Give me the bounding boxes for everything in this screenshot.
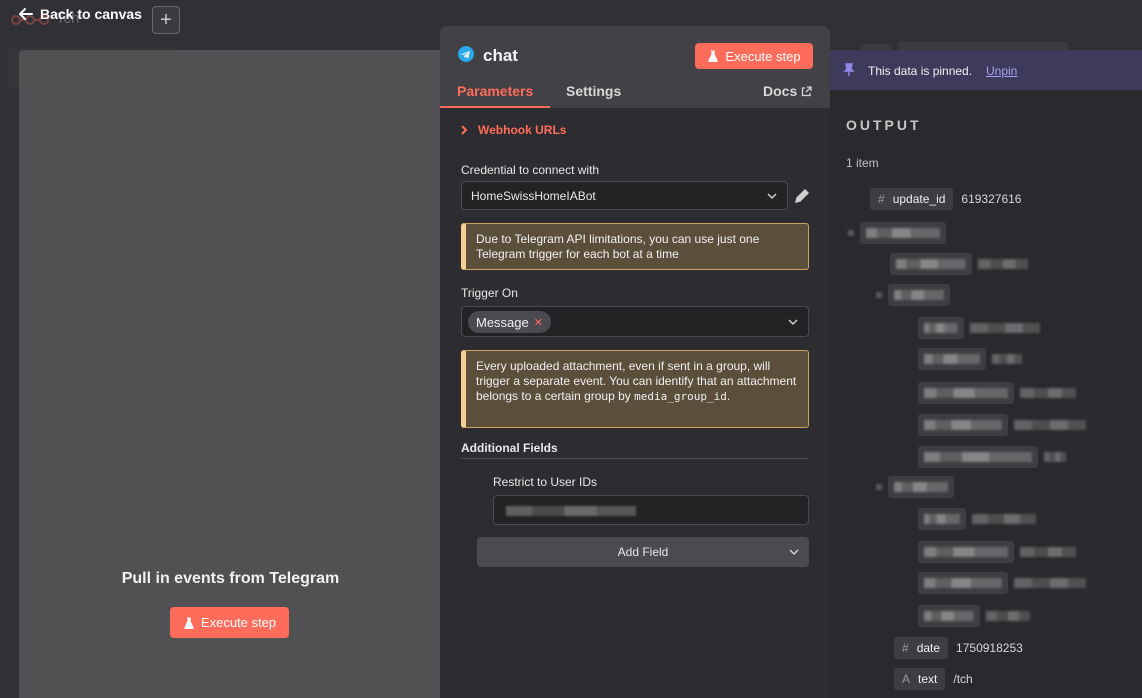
parameters-body: Webhook URLs Credential to connect with … [440,108,830,698]
back-to-canvas-link[interactable]: Back to canvas [18,6,142,22]
redacted-value [506,506,636,516]
flask-icon [708,50,719,62]
field-value: 619327616 [961,192,1022,206]
pin-icon [843,63,855,76]
trigger-on-label: Trigger On [461,286,518,300]
trigger-chip-message: Message ✕ [468,311,551,333]
execute-step-button-left[interactable]: Execute step [170,607,289,638]
chevron-down-icon [789,549,799,556]
redacted-row [848,222,946,244]
tab-settings[interactable]: Settings [566,83,621,99]
redacted-row [918,348,1022,370]
trigger-on-select[interactable]: Message ✕ [461,306,809,337]
additional-fields-label: Additional Fields [461,441,558,455]
output-title: OUTPUT [846,117,922,133]
docs-label: Docs [763,83,798,99]
webhook-urls-label: Webhook URLs [478,123,567,137]
add-node-button[interactable]: + [152,6,180,34]
notice-end: . [726,389,731,403]
redacted-row [918,446,1066,468]
chevron-down-icon [788,319,798,326]
tab-docs[interactable]: Docs [763,83,812,99]
redacted-row [918,541,1076,563]
redacted-row [876,284,950,306]
node-parameters-panel: chat Execute step Parameters Settings Do… [440,26,830,698]
execute-step-button[interactable]: Execute step [695,43,813,69]
node-name[interactable]: chat [483,46,518,66]
field-key-name: update_id [892,192,946,206]
remove-chip-icon[interactable]: ✕ [534,316,543,329]
execute-step-label: Execute step [725,48,801,64]
output-field-update-id: # update_id 619327616 [870,188,1021,210]
redacted-row [890,253,1028,275]
restrict-user-ids-input[interactable] [493,495,809,525]
telegram-icon [458,46,474,62]
redacted-row [918,572,1086,594]
field-key: Atext [894,668,946,690]
input-panel-title: Pull in events from Telegram [121,570,340,587]
field-key: # update_id [870,188,954,210]
add-field-button[interactable]: Add Field [477,537,809,567]
string-type-icon: A [902,672,911,686]
output-field-date: # date 1750918253 [894,637,1023,659]
plus-icon: + [160,8,172,31]
external-link-icon [802,85,812,96]
pinned-text: This data is pinned. [868,64,973,78]
output-field-text: Atext /tch [894,668,973,690]
media-group-id-code: media_group_id [634,390,727,403]
webhook-urls-toggle[interactable]: Webhook URLs [460,123,566,137]
credential-label: Credential to connect with [461,163,600,177]
redacted-row [918,508,1036,530]
add-field-label: Add Field [617,545,669,559]
output-panel: This data is pinned. Unpin OUTPUT 1 item… [830,50,1142,698]
field-key-name: date [916,641,941,655]
arrow-left-icon [19,8,33,20]
node-header: chat Execute step Parameters Settings Do… [440,26,830,108]
item-count: 1 item [846,156,879,170]
chip-label: Message [476,314,529,330]
field-key: # date [894,637,949,659]
number-type-icon: # [878,192,885,206]
unpin-link[interactable]: Unpin [986,64,1017,78]
field-value: /tch [953,672,973,686]
field-value: 1750918253 [956,641,1023,655]
chevron-right-icon [461,125,468,135]
attachment-notice: Every uploaded attachment, even if sent … [461,350,809,428]
redacted-row [918,382,1076,404]
redacted-row [918,414,1086,436]
pencil-icon[interactable] [794,188,810,204]
restrict-user-ids-label: Restrict to User IDs [493,475,598,489]
telegram-limit-notice: Due to Telegram API limitations, you can… [461,223,809,270]
flask-icon [184,617,194,629]
section-divider [461,458,808,459]
chevron-down-icon [767,193,777,200]
credential-value: HomeSwissHomeIABot [471,189,596,203]
redacted-row [918,605,1030,627]
redacted-row [876,476,954,498]
tab-parameters[interactable]: Parameters [457,83,533,99]
redacted-row [918,317,1040,339]
back-label: Back to canvas [40,6,142,22]
execute-step-label: Execute step [200,615,277,630]
field-key-name: text [918,672,938,686]
input-panel: Pull in events from Telegram Execute ste… [19,50,442,698]
pinned-data-banner: This data is pinned. Unpin [830,50,1142,90]
credential-select[interactable]: HomeSwissHomeIABot [461,181,788,210]
number-type-icon: # [902,641,909,655]
